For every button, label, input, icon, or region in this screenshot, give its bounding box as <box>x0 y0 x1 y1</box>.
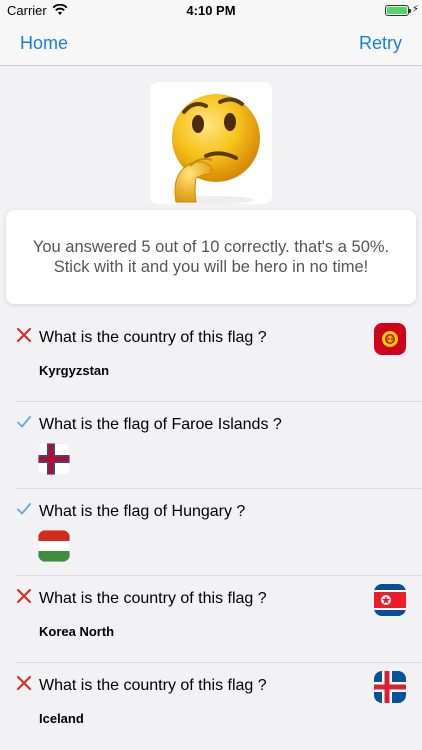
north-korea-flag-icon <box>374 584 406 616</box>
retry-button[interactable]: Retry <box>359 33 402 54</box>
list-item[interactable]: What is the flag of Hungary ? <box>16 489 422 576</box>
question-text: What is the flag of Faroe Islands ? <box>39 416 282 433</box>
result-message-card: You answered 5 out of 10 correctly. that… <box>6 210 416 304</box>
iceland-flag-icon <box>374 671 406 703</box>
checkmark-icon <box>16 414 32 430</box>
battery-icon <box>385 5 411 16</box>
wrong-icon <box>16 675 32 691</box>
navigation-bar: Home Retry <box>0 22 422 66</box>
question-text: What is the country of this flag ? <box>39 329 267 346</box>
hungary-flag-icon <box>38 530 70 562</box>
answer-text: Korea North <box>39 624 115 639</box>
home-button[interactable]: Home <box>20 33 68 54</box>
wrong-icon <box>16 588 32 604</box>
answer-text: Iceland <box>39 711 84 726</box>
question-list: What is the country of this flag ? Kyrgy… <box>0 315 422 750</box>
checkmark-icon <box>16 501 32 517</box>
list-item[interactable]: What is the flag of Faroe Islands ? <box>16 402 422 489</box>
list-item[interactable]: What is the country of this flag ? Korea… <box>16 576 422 663</box>
question-text: What is the country of this flag ? <box>39 677 267 694</box>
answer-text: Kyrgyzstan <box>39 363 110 378</box>
clock: 4:10 PM <box>186 3 236 18</box>
thinking-face-icon <box>150 82 272 204</box>
faroe-islands-flag-icon <box>38 443 70 475</box>
list-item[interactable]: What is the country of this flag ? Kyrgy… <box>16 315 422 402</box>
kyrgyzstan-flag-icon <box>374 323 406 355</box>
wrong-icon <box>16 327 32 343</box>
question-text: What is the country of this flag ? <box>39 590 267 607</box>
list-item[interactable]: What is the country of this flag ? Icela… <box>16 663 422 750</box>
result-message: You answered 5 out of 10 correctly. that… <box>32 238 390 276</box>
status-bar: Carrier 4:10 PM ⚡ <box>0 0 422 22</box>
charging-icon: ⚡ <box>411 4 419 15</box>
question-text: What is the flag of Hungary ? <box>39 503 246 520</box>
